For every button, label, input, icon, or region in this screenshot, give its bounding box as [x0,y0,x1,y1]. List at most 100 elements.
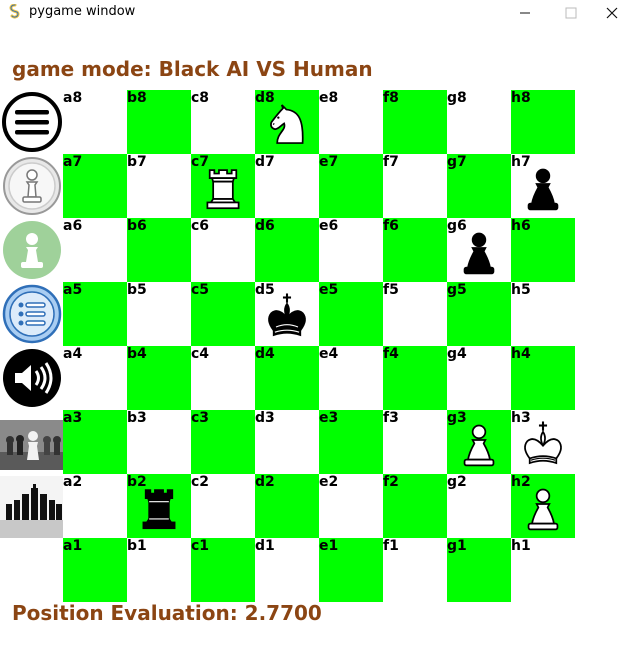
white-pieces-photo-icon [0,420,63,470]
square-h1[interactable]: h1 [511,538,575,602]
square-f5[interactable]: f5 [383,282,447,346]
menu-button[interactable] [0,91,63,153]
square-f6[interactable]: f6 [383,218,447,282]
square-f2[interactable]: f2 [383,474,447,538]
square-g6[interactable]: g6 [447,218,511,282]
square-e2[interactable]: e2 [319,474,383,538]
sound-button[interactable] [0,347,63,409]
square-label: g7 [447,154,467,170]
square-b3[interactable]: b3 [127,410,191,474]
square-g2[interactable]: g2 [447,474,511,538]
square-label: f3 [383,410,399,426]
chess-board[interactable]: a8 b8 c8 d8 e8 f8 g8 h8 a7 b7 c7 d7 e7 f7 g7 h7 a6 b6 c… [63,90,575,602]
square-d8[interactable]: d8 [255,90,319,154]
square-label: f4 [383,346,399,362]
maximize-button[interactable] [548,0,594,26]
square-e6[interactable]: e6 [319,218,383,282]
square-d5[interactable]: d5 [255,282,319,346]
close-button[interactable] [592,0,632,26]
square-a5[interactable]: a5 [63,282,127,346]
window-title: pygame window [29,4,136,19]
square-b6[interactable]: b6 [127,218,191,282]
square-a6[interactable]: a6 [63,218,127,282]
black-rook-piece[interactable] [133,482,185,534]
square-f3[interactable]: f3 [383,410,447,474]
square-d4[interactable]: d4 [255,346,319,410]
black-pieces-theme-button[interactable] [0,475,63,539]
white-rook-piece[interactable] [197,162,249,214]
square-g5[interactable]: g5 [447,282,511,346]
square-label: f6 [383,218,399,234]
square-b5[interactable]: b5 [127,282,191,346]
square-c5[interactable]: c5 [191,282,255,346]
square-a7[interactable]: a7 [63,154,127,218]
square-label: e6 [319,218,339,234]
play-as-white-button[interactable] [0,155,63,217]
white-pieces-theme-button[interactable] [0,411,63,475]
black-pawn-piece[interactable] [517,162,569,214]
square-label: h6 [511,218,531,234]
menu-icon [1,92,62,152]
square-c7[interactable]: c7 [191,154,255,218]
square-g7[interactable]: g7 [447,154,511,218]
square-a3[interactable]: a3 [63,410,127,474]
square-a2[interactable]: a2 [63,474,127,538]
square-c6[interactable]: c6 [191,218,255,282]
square-label: a7 [63,154,83,170]
square-b8[interactable]: b8 [127,90,191,154]
square-f7[interactable]: f7 [383,154,447,218]
black-king-piece[interactable] [261,290,313,342]
hint-button[interactable] [0,219,63,281]
position-evaluation-label: Position Evaluation: 2.7700 [12,601,322,625]
square-label: a8 [63,90,83,106]
square-h6[interactable]: h6 [511,218,575,282]
square-e5[interactable]: e5 [319,282,383,346]
square-e7[interactable]: e7 [319,154,383,218]
square-d1[interactable]: d1 [255,538,319,602]
square-a8[interactable]: a8 [63,90,127,154]
square-b4[interactable]: b4 [127,346,191,410]
square-a4[interactable]: a4 [63,346,127,410]
square-e3[interactable]: e3 [319,410,383,474]
square-g3[interactable]: g3 [447,410,511,474]
square-h8[interactable]: h8 [511,90,575,154]
black-pawn-piece[interactable] [453,226,505,278]
square-c1[interactable]: c1 [191,538,255,602]
square-c4[interactable]: c4 [191,346,255,410]
square-e1[interactable]: e1 [319,538,383,602]
square-b1[interactable]: b1 [127,538,191,602]
square-f4[interactable]: f4 [383,346,447,410]
square-h2[interactable]: h2 [511,474,575,538]
square-h7[interactable]: h7 [511,154,575,218]
square-h5[interactable]: h5 [511,282,575,346]
square-g1[interactable]: g1 [447,538,511,602]
square-b7[interactable]: b7 [127,154,191,218]
white-king-piece[interactable] [517,418,569,470]
square-d6[interactable]: d6 [255,218,319,282]
square-c8[interactable]: c8 [191,90,255,154]
square-h3[interactable]: h3 [511,410,575,474]
square-h4[interactable]: h4 [511,346,575,410]
square-b2[interactable]: b2 [127,474,191,538]
square-g4[interactable]: g4 [447,346,511,410]
square-e4[interactable]: e4 [319,346,383,410]
square-e8[interactable]: e8 [319,90,383,154]
square-d3[interactable]: d3 [255,410,319,474]
minimize-icon [520,12,530,14]
square-f8[interactable]: f8 [383,90,447,154]
white-knight-piece[interactable] [261,98,313,150]
square-d2[interactable]: d2 [255,474,319,538]
white-pawn-piece[interactable] [517,482,569,534]
square-c2[interactable]: c2 [191,474,255,538]
square-f1[interactable]: f1 [383,538,447,602]
maximize-icon [565,7,577,19]
square-a1[interactable]: a1 [63,538,127,602]
minimize-button[interactable] [502,0,548,26]
close-icon [606,7,618,19]
move-list-button[interactable] [0,283,63,345]
square-d7[interactable]: d7 [255,154,319,218]
square-c3[interactable]: c3 [191,410,255,474]
square-label: b5 [127,282,147,298]
white-pawn-piece[interactable] [453,418,505,470]
square-g8[interactable]: g8 [447,90,511,154]
